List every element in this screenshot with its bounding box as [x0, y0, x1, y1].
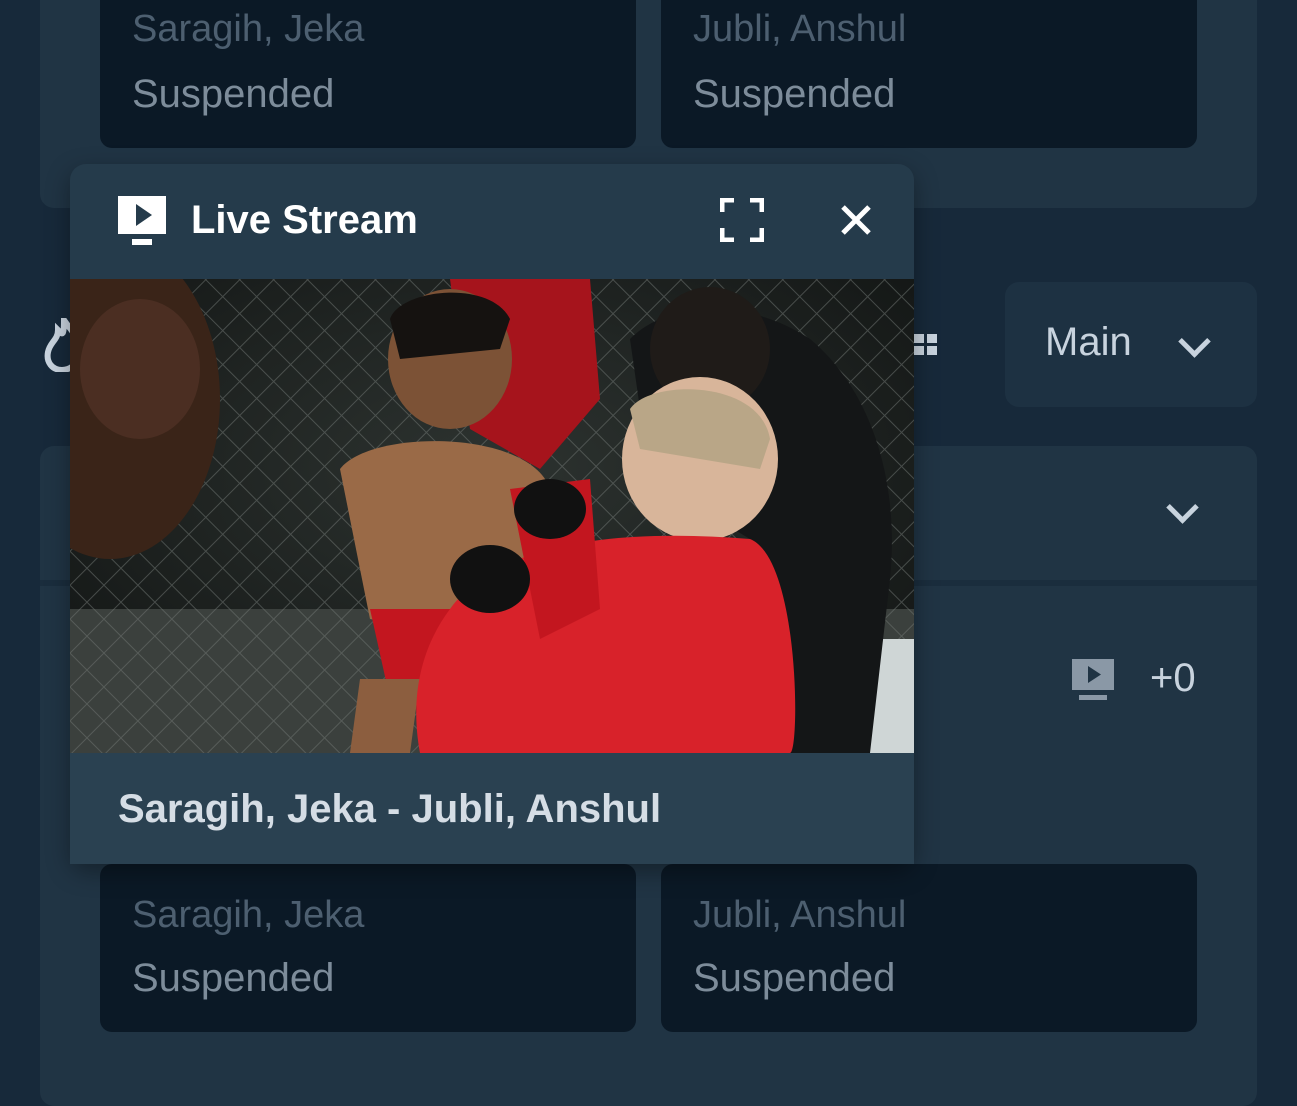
- chevron-down-icon: [1178, 325, 1211, 358]
- stream-matchup: Saragih, Jeka - Jubli, Anshul: [118, 787, 662, 831]
- popup-title: Live Stream: [191, 198, 418, 242]
- selection-name: Saragih, Jeka: [132, 8, 365, 50]
- selection-name: Jubli, Anshul: [693, 8, 907, 50]
- selection-name: Jubli, Anshul: [693, 894, 907, 936]
- stream-count: +0: [1150, 656, 1196, 700]
- odds-button-saragih-top[interactable]: Saragih, Jeka Suspended: [100, 0, 636, 148]
- selection-status: Suspended: [132, 956, 335, 1000]
- live-stream-video[interactable]: [70, 279, 914, 753]
- tv-play-icon[interactable]: [1071, 658, 1115, 702]
- odds-button-jubli-bottom[interactable]: Jubli, Anshul Suspended: [661, 864, 1197, 1032]
- live-stream-footer: Saragih, Jeka - Jubli, Anshul: [70, 753, 914, 864]
- selection-status: Suspended: [132, 72, 335, 116]
- market-selector-label: Main: [1045, 320, 1132, 364]
- selection-status: Suspended: [693, 956, 896, 1000]
- fullscreen-icon[interactable]: [719, 197, 765, 243]
- odds-button-jubli-top[interactable]: Jubli, Anshul Suspended: [661, 0, 1197, 148]
- grid-icon[interactable]: [914, 334, 938, 356]
- close-icon[interactable]: [840, 204, 872, 236]
- market-selector[interactable]: Main: [1005, 282, 1257, 407]
- odds-button-saragih-bottom[interactable]: Saragih, Jeka Suspended: [100, 864, 636, 1032]
- selection-name: Saragih, Jeka: [132, 894, 365, 936]
- tv-play-icon: [118, 196, 166, 246]
- selection-status: Suspended: [693, 72, 896, 116]
